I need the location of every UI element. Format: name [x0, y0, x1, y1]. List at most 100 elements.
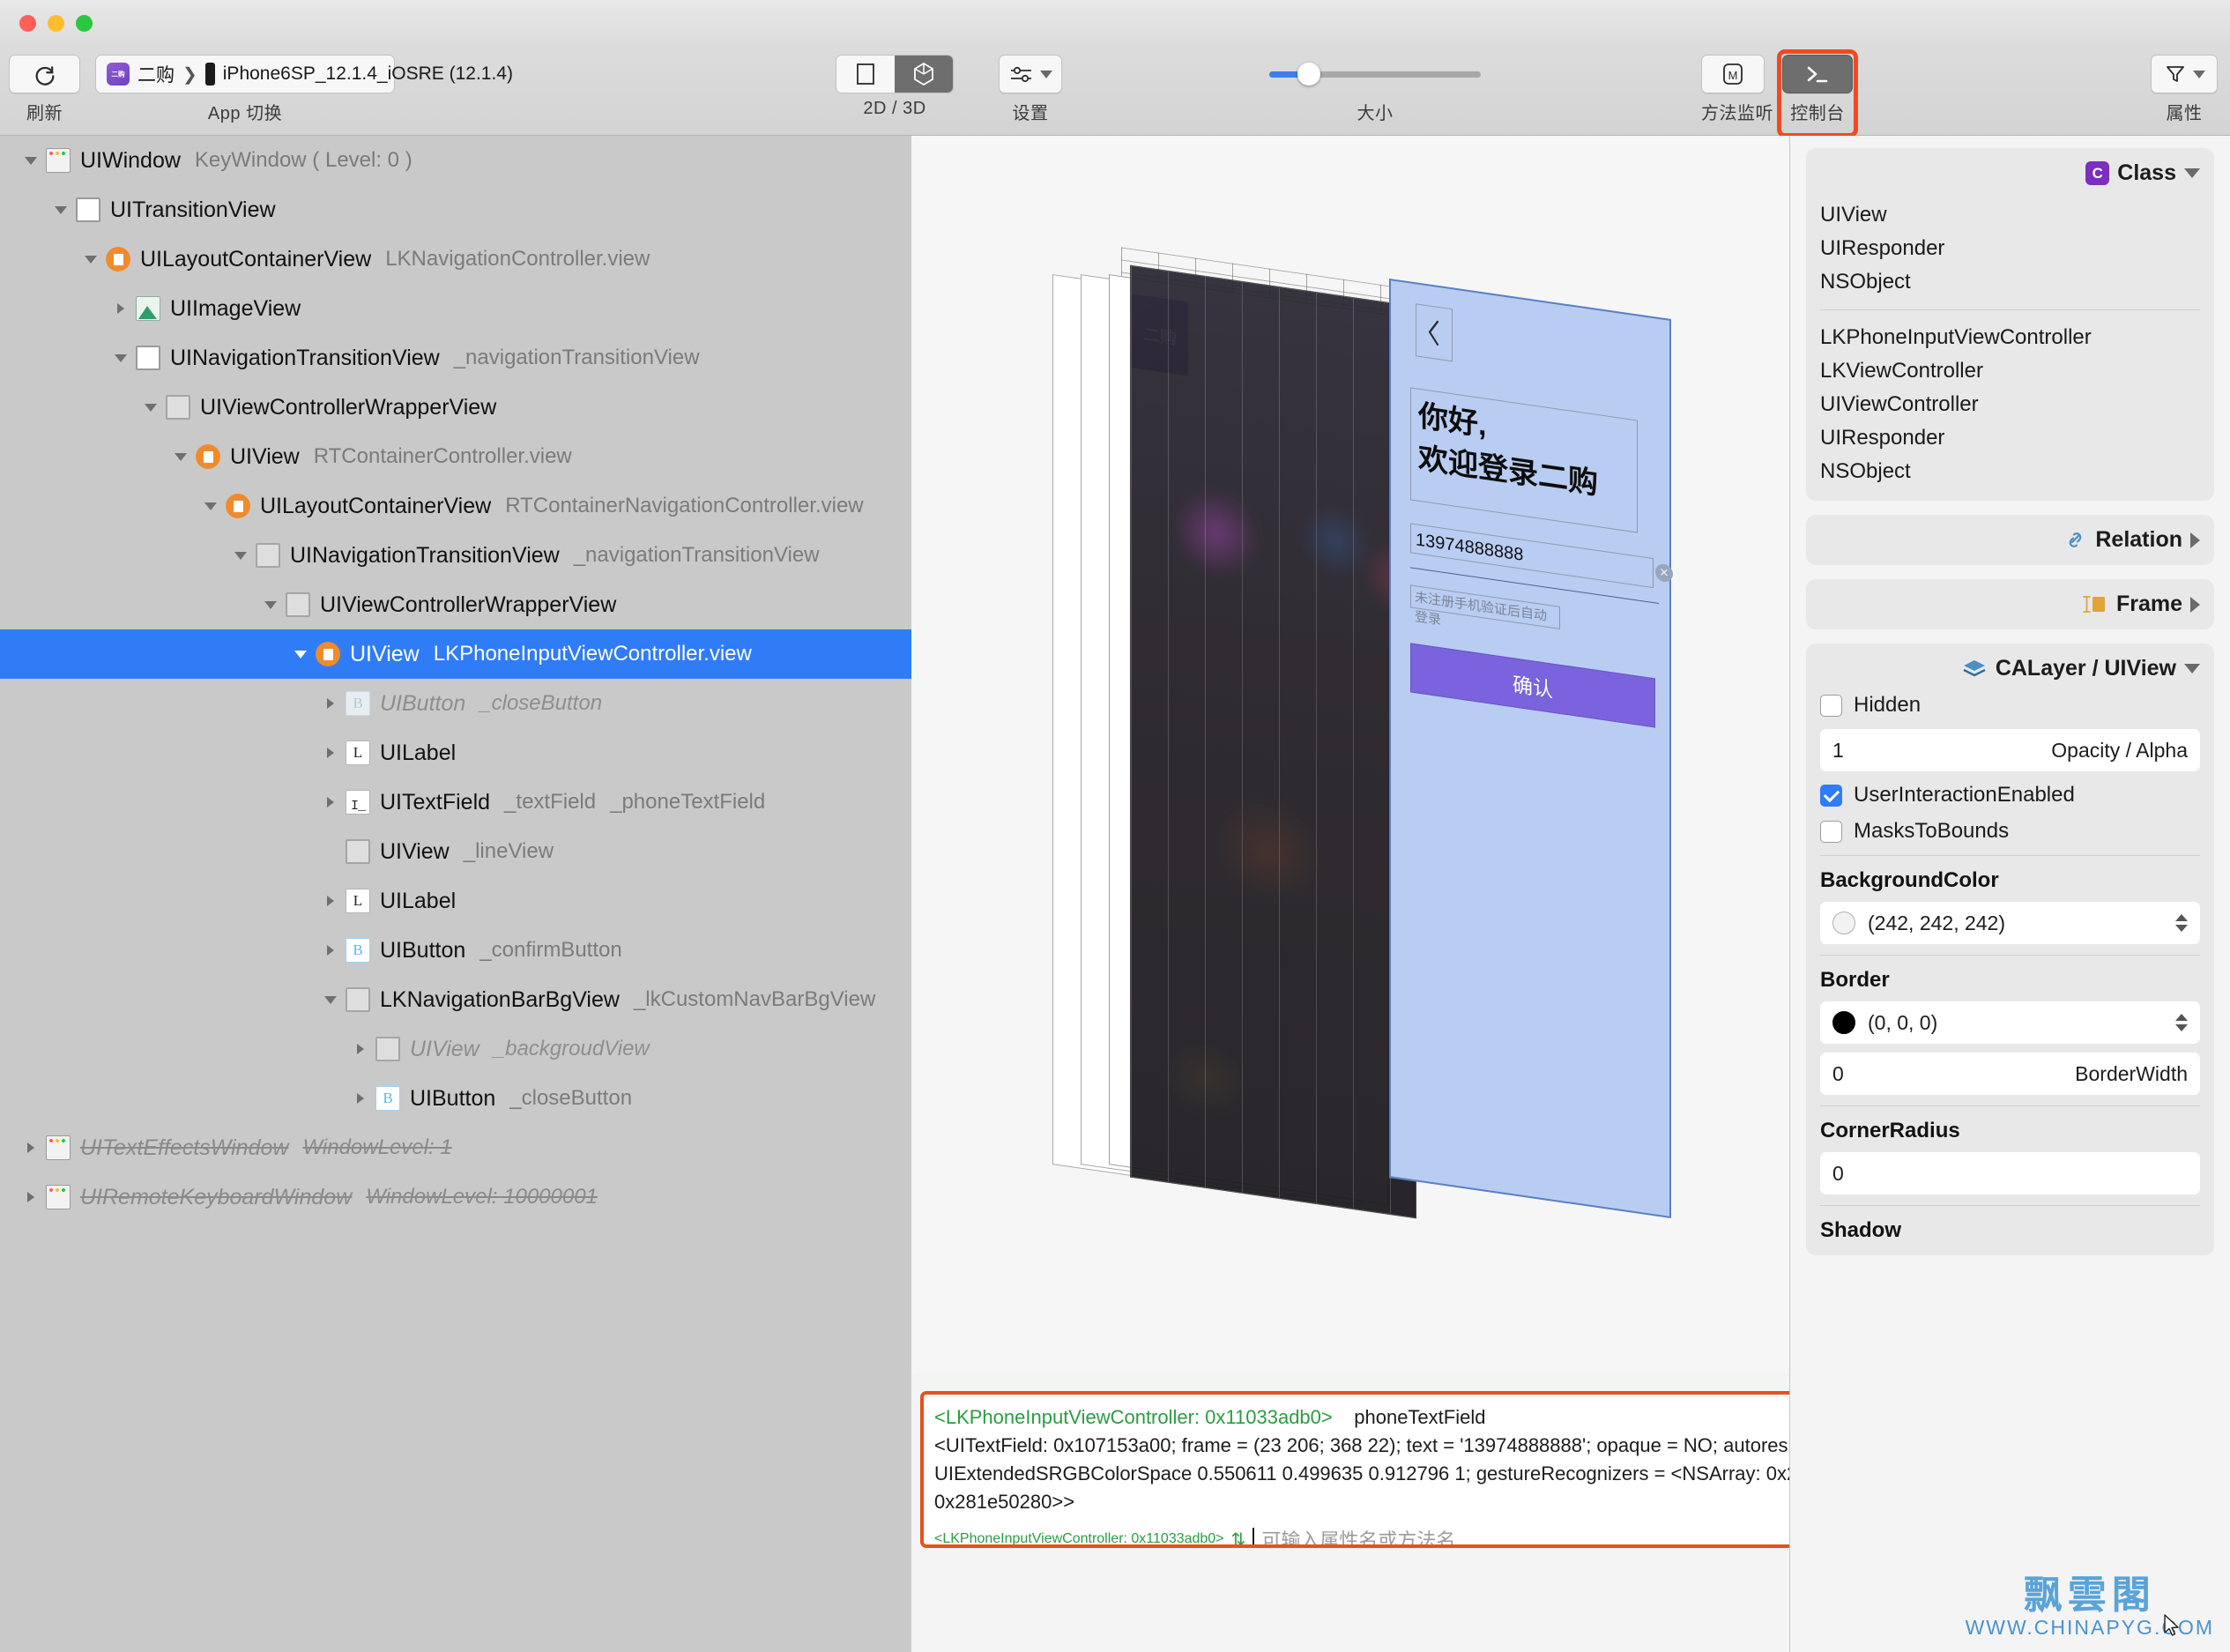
preview-back-button[interactable] — [1416, 303, 1453, 362]
disclosure-triangle-closed[interactable] — [19, 1136, 42, 1159]
preview-phone-textfield[interactable]: 13974888888 — [1410, 523, 1654, 589]
tree-row[interactable]: LKNavigationBarBgView _lkCustomNavBarBgVi… — [0, 975, 911, 1024]
disclosure-triangle-closed[interactable] — [349, 1038, 372, 1060]
size-slider[interactable] — [1225, 55, 1525, 93]
disclosure-triangle-open[interactable] — [289, 643, 312, 666]
disclosure-triangle-open[interactable] — [169, 445, 192, 468]
chevron-right-icon[interactable] — [2190, 596, 2200, 613]
class-item[interactable]: UIViewController — [1820, 388, 2200, 421]
disclosure-triangle-open[interactable] — [49, 198, 72, 221]
tree-row[interactable]: UILayoutContainerView LKNavigationControl… — [0, 234, 911, 284]
tree-row[interactable]: UITextEffectsWindow WindowLevel: 1 — [0, 1123, 911, 1172]
relation-card-header[interactable]: Relation — [1820, 527, 2200, 553]
disclosure-triangle-open[interactable] — [229, 544, 252, 567]
tree-row[interactable]: UIViewControllerWrapperView — [0, 580, 911, 629]
masks-row[interactable]: MasksToBounds — [1820, 819, 2200, 844]
disclosure-triangle-closed[interactable] — [319, 692, 342, 715]
tree-row[interactable]: UINavigationTransitionView _navigationTra… — [0, 531, 911, 580]
mode-3d-button[interactable] — [895, 56, 953, 93]
close-window-button[interactable] — [19, 15, 36, 32]
masks-checkbox[interactable] — [1820, 820, 1842, 843]
zoom-window-button[interactable] — [76, 15, 93, 32]
disclosure-triangle-closed[interactable] — [109, 297, 132, 320]
tree-row[interactable]: UIImageView — [0, 284, 911, 333]
disclosure-triangle-open[interactable] — [259, 593, 282, 616]
tree-row[interactable]: I_ UITextField _textField _phoneTextField — [0, 778, 911, 827]
class-item[interactable]: UIView — [1820, 198, 2200, 232]
3d-scene[interactable]: 二购 你好, 欢迎登录二购 13974888888 ✕ 未 — [911, 136, 1789, 1373]
disclosure-triangle-open[interactable] — [109, 346, 132, 369]
class-card-header[interactable]: C Class — [1820, 160, 2200, 186]
border-color-value[interactable]: (0, 0, 0) — [1868, 1011, 1937, 1035]
border-color-field[interactable]: (0, 0, 0) — [1820, 1001, 2200, 1044]
tree-row[interactable]: L UILabel — [0, 876, 911, 926]
mode-2d-button[interactable] — [836, 56, 895, 93]
tree-row[interactable]: B UIButton _confirmButton — [0, 926, 911, 975]
disclosure-triangle-closed[interactable] — [319, 791, 342, 814]
opacity-field[interactable]: 1 Opacity / Alpha — [1820, 729, 2200, 771]
disclosure-triangle-closed[interactable] — [19, 1186, 42, 1209]
disclosure-triangle-open[interactable] — [19, 149, 42, 172]
hidden-row[interactable]: Hidden — [1820, 693, 2200, 718]
view-hierarchy-tree[interactable]: UIWindow KeyWindow ( Level: 0 ) UITransiti… — [0, 136, 911, 1652]
background-color-value[interactable]: (242, 242, 242) — [1868, 912, 2005, 935]
calayer-card-header[interactable]: CALayer / UIView — [1820, 656, 2200, 681]
background-color-field[interactable]: (242, 242, 242) — [1820, 902, 2200, 944]
background-color-swatch[interactable] — [1832, 912, 1855, 934]
border-width-value[interactable]: 0 — [1832, 1062, 1844, 1086]
console-stepper-icon[interactable]: ⇅ — [1231, 1529, 1246, 1545]
disclosure-triangle-open[interactable] — [199, 495, 222, 517]
disclosure-triangle-open[interactable] — [139, 396, 162, 419]
console-toggle-button[interactable] — [1782, 55, 1853, 93]
hidden-checkbox[interactable] — [1820, 694, 1842, 717]
disclosure-triangle-closed[interactable] — [319, 889, 342, 912]
class-item[interactable]: LKPhoneInputViewController — [1820, 321, 2200, 354]
user-interaction-checkbox[interactable] — [1820, 784, 1842, 807]
user-interaction-row[interactable]: UserInteractionEnabled — [1820, 783, 2200, 807]
tree-row[interactable]: L UILabel — [0, 728, 911, 778]
refresh-button[interactable] — [9, 55, 80, 93]
frame-card-header[interactable]: Frame — [1820, 592, 2200, 617]
tree-row[interactable]: UIView LKPhoneInputViewController.view — [0, 629, 911, 679]
disclosure-triangle-closed[interactable] — [319, 939, 342, 962]
slider-knob[interactable] — [1297, 63, 1320, 86]
opacity-value[interactable]: 1 — [1832, 739, 1844, 763]
mode-segmented-control[interactable] — [836, 55, 954, 93]
class-item[interactable]: UIResponder — [1820, 421, 2200, 455]
tree-row[interactable]: UIView _backgroudView — [0, 1024, 911, 1074]
tree-row[interactable]: UIWindow KeyWindow ( Level: 0 ) — [0, 136, 911, 185]
chevron-down-icon[interactable] — [2184, 664, 2200, 673]
tree-row[interactable]: UINavigationTransitionView _navigationTra… — [0, 333, 911, 383]
preview-confirm-button[interactable]: 确认 — [1410, 643, 1655, 728]
class-item[interactable]: NSObject — [1820, 455, 2200, 488]
method-monitor-button[interactable]: M — [1701, 55, 1765, 93]
background-color-stepper[interactable] — [2175, 914, 2188, 932]
disclosure-triangle-open[interactable] — [319, 988, 342, 1011]
disclosure-triangle-closed[interactable] — [319, 741, 342, 764]
tree-row[interactable]: UIRemoteKeyboardWindow WindowLevel: 10000… — [0, 1172, 911, 1222]
chevron-right-icon[interactable] — [2190, 532, 2200, 548]
border-width-field[interactable]: 0 BorderWidth — [1820, 1053, 2200, 1095]
tree-row[interactable]: B UIButton _closeButton — [0, 679, 911, 728]
app-switch-field[interactable]: 二购 二购 ❯ iPhone6SP_12.1.4_iOSRE (12.1.4) — [95, 55, 513, 93]
corner-radius-field[interactable]: 0 — [1820, 1152, 2200, 1194]
class-item[interactable]: LKViewController — [1820, 354, 2200, 388]
minimize-window-button[interactable] — [48, 15, 64, 32]
tree-row[interactable]: B UIButton _closeButton — [0, 1074, 911, 1123]
disclosure-triangle-open[interactable] — [79, 248, 102, 271]
disclosure-triangle-closed[interactable] — [349, 1087, 372, 1110]
settings-button[interactable] — [999, 55, 1062, 93]
attributes-button[interactable] — [2151, 55, 2218, 93]
preview-clear-icon[interactable]: ✕ — [1655, 562, 1673, 584]
relation-card[interactable]: Relation — [1806, 515, 2214, 565]
border-color-stepper[interactable] — [2175, 1014, 2188, 1031]
tree-row[interactable]: UIView RTContainerController.view — [0, 432, 911, 481]
console-input-placeholder[interactable]: 可输入属性名或方法名 — [1261, 1525, 1455, 1544]
preview-canvas[interactable]: 二购 你好, 欢迎登录二购 13974888888 ✕ 未 — [911, 136, 1789, 1373]
corner-radius-value[interactable]: 0 — [1832, 1162, 1844, 1186]
class-item[interactable]: UIResponder — [1820, 232, 2200, 265]
tree-row[interactable]: UILayoutContainerView RTContainerNavigati… — [0, 481, 911, 531]
class-item[interactable]: NSObject — [1820, 265, 2200, 299]
chevron-down-icon[interactable] — [2184, 168, 2200, 178]
frame-card[interactable]: Frame — [1806, 579, 2214, 629]
